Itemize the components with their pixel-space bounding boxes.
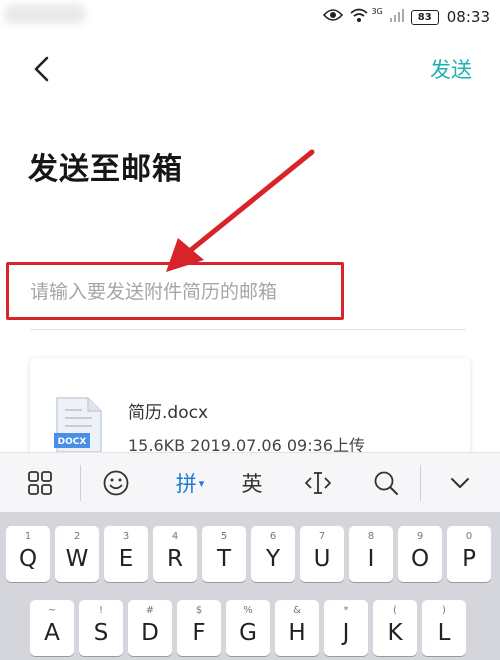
key-h[interactable]: & H	[275, 600, 319, 656]
key-sub-label: *	[343, 605, 349, 616]
key-q[interactable]: 1Q	[6, 526, 50, 582]
key-l[interactable]: ) L	[422, 600, 466, 656]
key-sub-label: 1	[24, 531, 32, 542]
key-sub-label: 7	[318, 531, 326, 542]
status-indicators: 3G 83 08:33	[323, 6, 490, 28]
english-input-button[interactable]: 英	[226, 453, 278, 513]
key-f[interactable]: $ F	[177, 600, 221, 656]
wifi-icon	[349, 7, 369, 27]
key-sub-label: 0	[465, 531, 473, 542]
status-bar: 3G 83 08:33	[0, 0, 500, 34]
key-label: U	[313, 546, 331, 572]
key-label: E	[118, 546, 134, 572]
network-type-label: 3G	[371, 6, 383, 16]
key-sub-label: &	[293, 605, 301, 616]
key-d[interactable]: # D	[128, 600, 172, 656]
status-time: 08:33	[446, 8, 490, 26]
key-label: T	[216, 546, 232, 572]
file-name: 简历.docx	[128, 403, 209, 423]
key-label: F	[192, 620, 206, 646]
key-label: W	[65, 546, 89, 572]
search-icon	[374, 471, 398, 495]
send-button[interactable]: 发送	[430, 54, 472, 84]
back-button[interactable]	[24, 50, 58, 88]
chevron-left-icon	[34, 56, 49, 82]
key-r[interactable]: 4R	[153, 526, 197, 582]
grid-menu-button[interactable]	[14, 453, 66, 513]
cursor-move-icon	[305, 472, 331, 494]
signal-icon	[389, 8, 405, 26]
key-sub-label: ~	[47, 605, 57, 616]
key-w[interactable]: 2W	[55, 526, 99, 582]
keyboard: 1Q 2W 3E 4R 5T 6Y 7U 8I 9O 0P ~ A ! S # D $…	[0, 512, 500, 660]
key-sub-label: %	[243, 605, 253, 616]
key-g[interactable]: % G	[226, 600, 270, 656]
file-type-label: DOCX	[58, 437, 87, 447]
email-input[interactable]	[30, 272, 340, 312]
key-label: S	[93, 620, 109, 646]
key-sub-label: !	[98, 605, 103, 616]
battery-icon: 83	[410, 9, 439, 25]
input-divider	[30, 329, 466, 330]
keyboard-toolbar: 拼 ▾ 英	[0, 452, 500, 512]
emoji-button[interactable]	[90, 453, 142, 513]
english-label: 英	[241, 472, 263, 496]
key-label: J	[342, 620, 350, 646]
key-label: I	[367, 546, 375, 572]
key-sub-label: 9	[416, 531, 424, 542]
blurred-notification-area	[4, 4, 86, 24]
key-label: P	[462, 546, 476, 572]
key-o[interactable]: 9O	[398, 526, 442, 582]
grid-menu-icon	[28, 471, 52, 495]
key-sub-label: )	[442, 605, 446, 616]
page-title: 发送至邮箱	[28, 152, 183, 187]
key-sub-label: 8	[367, 531, 375, 542]
toolbar-separator	[80, 465, 81, 501]
key-sub-label: #	[145, 605, 155, 616]
key-label: K	[387, 620, 403, 646]
collapse-keyboard-button[interactable]	[434, 453, 486, 513]
key-label: G	[239, 620, 257, 646]
pinyin-dropdown-icon: ▾	[198, 476, 205, 490]
key-a[interactable]: ~ A	[30, 600, 74, 656]
docx-file-icon: DOCX	[54, 397, 102, 453]
key-label: H	[288, 620, 306, 646]
key-u[interactable]: 7U	[300, 526, 344, 582]
key-label: R	[167, 546, 183, 572]
key-label: A	[44, 620, 60, 646]
key-sub-label: 3	[122, 531, 130, 542]
key-sub-label: 2	[73, 531, 81, 542]
key-label: D	[141, 620, 159, 646]
key-label: L	[437, 620, 451, 646]
key-i[interactable]: 8I	[349, 526, 393, 582]
key-p[interactable]: 0P	[447, 526, 491, 582]
key-label: Y	[265, 546, 281, 572]
pinyin-label: 拼	[175, 472, 197, 496]
eye-icon	[323, 8, 344, 26]
key-s[interactable]: ! S	[79, 600, 123, 656]
search-button[interactable]	[360, 453, 412, 513]
key-sub-label: 6	[269, 531, 277, 542]
toolbar-separator	[420, 465, 421, 501]
key-y[interactable]: 6Y	[251, 526, 295, 582]
key-j[interactable]: * J	[324, 600, 368, 656]
key-label: O	[410, 546, 430, 572]
emoji-icon	[103, 470, 129, 496]
key-sub-label: 4	[171, 531, 179, 542]
collapse-keyboard-icon	[451, 478, 469, 488]
keyboard-row-1: 1Q 2W 3E 4R 5T 6Y 7U 8I 9O 0P	[0, 526, 500, 586]
key-label: Q	[18, 546, 38, 572]
pinyin-input-button[interactable]: 拼 ▾	[160, 453, 220, 513]
key-k[interactable]: (K	[373, 600, 417, 656]
key-sub-label: (	[393, 605, 397, 616]
key-sub-label: $	[195, 605, 203, 616]
key-t[interactable]: 5T	[202, 526, 246, 582]
key-e[interactable]: 3E	[104, 526, 148, 582]
keyboard-row-2: ~ A ! S # D $ F % G & H * J (K ) L	[0, 600, 500, 660]
cursor-move-button[interactable]	[292, 453, 344, 513]
key-sub-label: 5	[220, 531, 228, 542]
